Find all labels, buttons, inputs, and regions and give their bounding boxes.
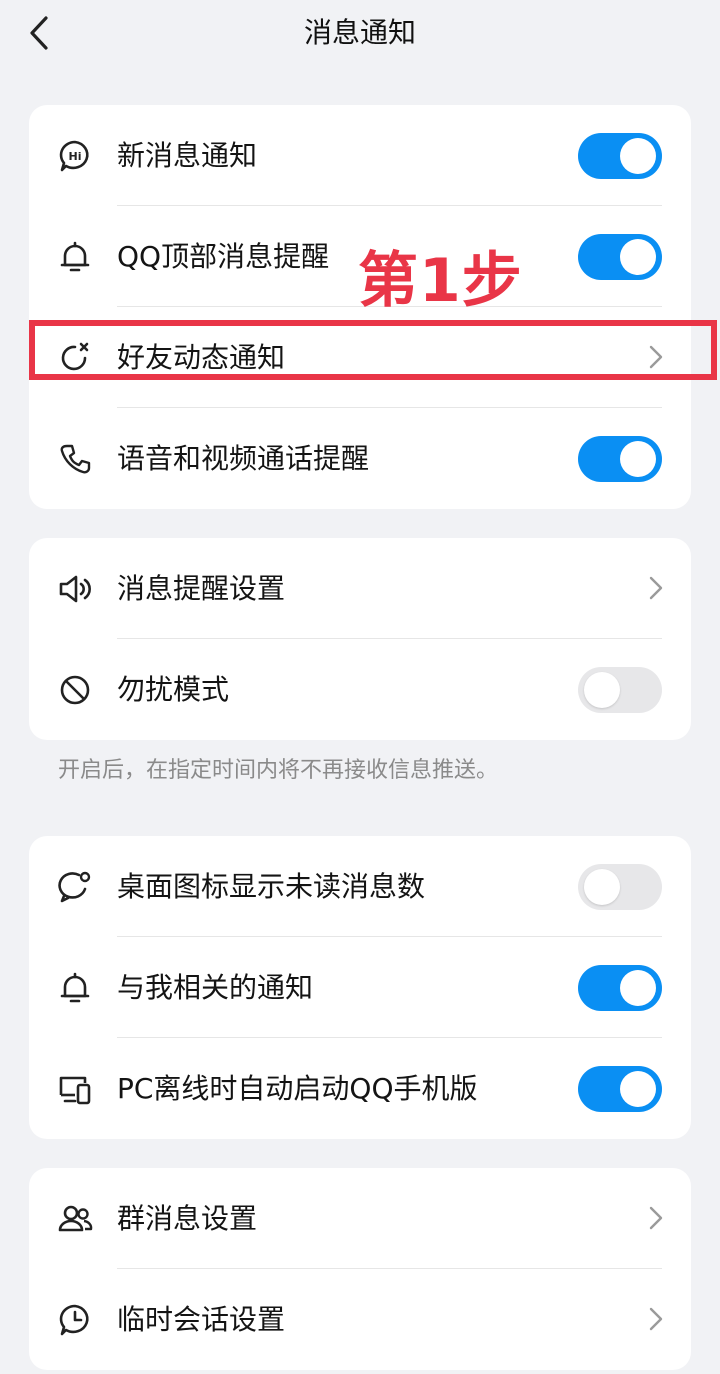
- toggle-knob: [620, 441, 656, 477]
- group-icon: [58, 1205, 93, 1232]
- row-label: 与我相关的通知: [117, 971, 314, 1004]
- row-label: PC离线时自动启动QQ手机版: [117, 1072, 478, 1105]
- speaker-icon: [59, 575, 91, 603]
- row-label: 桌面图标显示未读消息数: [117, 870, 426, 903]
- related-notification-toggle[interactable]: [578, 965, 662, 1011]
- devices-icon: [59, 1076, 91, 1105]
- do-not-disturb-toggle[interactable]: [578, 667, 662, 713]
- row-label: 新消息通知: [117, 139, 258, 172]
- chat-badge-icon: [58, 871, 91, 903]
- header: 消息通知: [0, 0, 720, 66]
- misc-notification-card: 桌面图标显示未读消息数 与我相关的通知 PC离线时自动启动QQ手机版: [29, 836, 691, 1139]
- pc-offline-autostart-row: PC离线时自动启动QQ手机版: [29, 1038, 691, 1139]
- group-message-settings-row[interactable]: 群消息设置: [29, 1168, 691, 1269]
- row-label: 消息提醒设置: [117, 572, 286, 605]
- row-label: 临时会话设置: [117, 1303, 286, 1336]
- voice-video-call-toggle[interactable]: [578, 436, 662, 482]
- toggle-knob: [584, 869, 620, 905]
- toggle-knob: [620, 970, 656, 1006]
- row-label: 语音和视频通话提醒: [117, 442, 370, 475]
- block-icon: [60, 675, 90, 705]
- do-not-disturb-row: 勿扰模式: [29, 639, 691, 740]
- row-label: QQ顶部消息提醒: [117, 240, 330, 273]
- toggle-knob: [620, 138, 656, 174]
- row-label: 群消息设置: [117, 1202, 258, 1235]
- chat-settings-card: 群消息设置 临时会话设置: [29, 1168, 691, 1370]
- unread-badge-toggle[interactable]: [578, 864, 662, 910]
- chevron-right-icon: [649, 576, 663, 600]
- chevron-right-icon: [649, 1307, 663, 1331]
- toggle-knob: [620, 1071, 656, 1107]
- chevron-right-icon: [649, 1206, 663, 1230]
- bell-icon: [60, 241, 90, 272]
- toggle-knob: [620, 239, 656, 275]
- temporary-chat-settings-row[interactable]: 临时会话设置: [29, 1269, 691, 1370]
- hi-chat-icon: Hi: [59, 140, 89, 172]
- row-label: 勿扰模式: [117, 673, 230, 706]
- unread-badge-row: 桌面图标显示未读消息数: [29, 836, 691, 937]
- voice-video-call-reminder-row: 语音和视频通话提醒: [29, 408, 691, 509]
- highlight-box: [29, 320, 717, 380]
- do-not-disturb-hint: 开启后，在指定时间内将不再接收信息推送。: [58, 758, 499, 783]
- toggle-knob: [584, 672, 620, 708]
- message-reminder-settings-row[interactable]: 消息提醒设置: [29, 538, 691, 639]
- related-notification-row: 与我相关的通知: [29, 937, 691, 1038]
- qq-top-reminder-toggle[interactable]: [578, 234, 662, 280]
- clock-chat-icon: [59, 1304, 89, 1336]
- reminder-card: 消息提醒设置 勿扰模式: [29, 538, 691, 740]
- new-message-notification-row: Hi 新消息通知: [29, 105, 691, 206]
- phone-icon: [60, 444, 91, 474]
- bell-icon: [60, 972, 90, 1003]
- pc-offline-autostart-toggle[interactable]: [578, 1066, 662, 1112]
- new-message-toggle[interactable]: [578, 133, 662, 179]
- svg-text:Hi: Hi: [69, 150, 82, 163]
- step-annotation: 第1步: [358, 246, 523, 316]
- page-title: 消息通知: [303, 16, 416, 49]
